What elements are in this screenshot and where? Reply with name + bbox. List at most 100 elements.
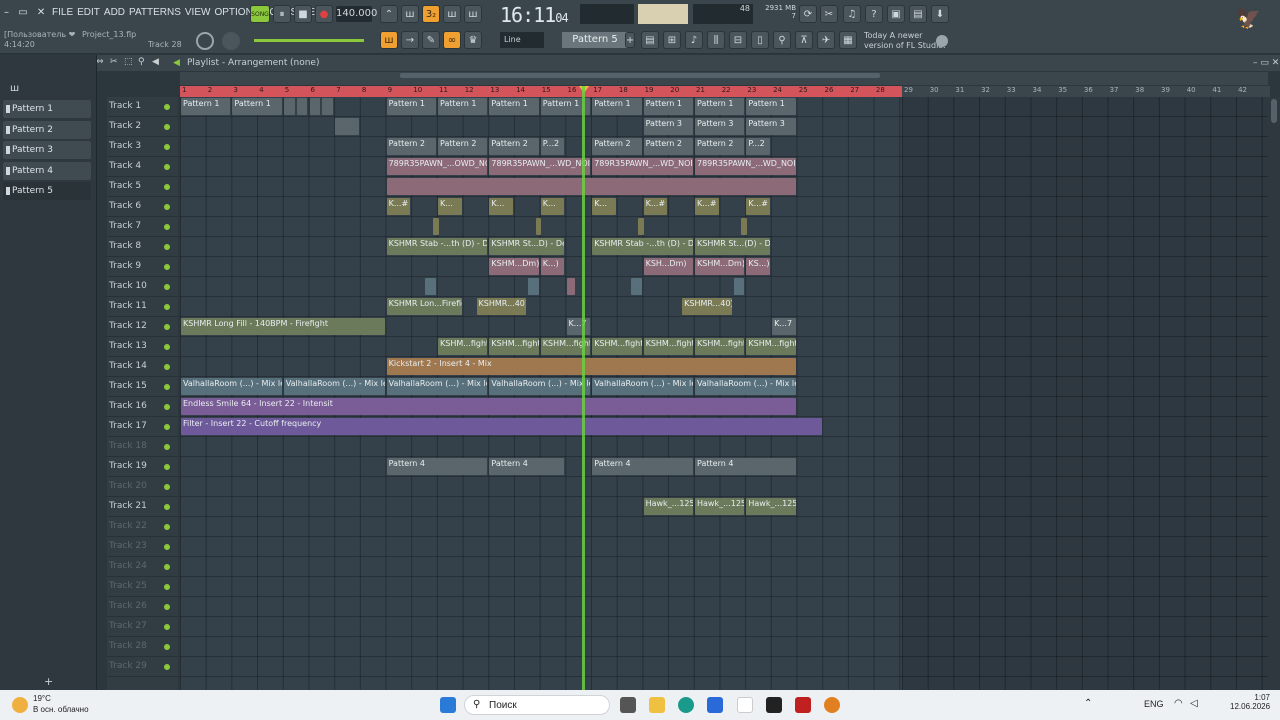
track-header[interactable]: Track 10 bbox=[107, 277, 178, 297]
track-header[interactable]: Track 28 bbox=[107, 637, 178, 657]
tempo-icon[interactable]: ⊼ bbox=[795, 31, 813, 49]
playlist-clip[interactable]: KSHM...fight bbox=[438, 338, 488, 355]
playlist-clip[interactable] bbox=[638, 218, 645, 235]
song-mode-toggle[interactable]: SONG bbox=[250, 5, 270, 23]
playlist-clip[interactable]: K...7 bbox=[566, 318, 591, 335]
playlist-clip[interactable]: Pattern 1 bbox=[489, 98, 539, 115]
playlist-clip[interactable]: Pattern 3 bbox=[695, 118, 745, 135]
menu-item[interactable]: ADD bbox=[102, 7, 127, 18]
playlist-clip[interactable]: Pattern 2 bbox=[592, 138, 642, 155]
channel-rack-icon[interactable]: ⊞ bbox=[663, 31, 681, 49]
snap-select[interactable]: Line bbox=[500, 32, 544, 48]
playlist-clip[interactable]: Hawk_...125 bbox=[695, 498, 745, 515]
playlist-clip[interactable]: K... bbox=[592, 198, 616, 215]
weather-icon[interactable] bbox=[12, 697, 28, 713]
track-header[interactable]: Track 6 bbox=[107, 197, 178, 217]
master-volume-knob[interactable] bbox=[222, 32, 240, 50]
track-header[interactable]: Track 19 bbox=[107, 457, 178, 477]
close-icon[interactable]: ✕ bbox=[37, 7, 45, 18]
playlist-clip[interactable] bbox=[733, 278, 745, 295]
playlist-clip[interactable]: KSHM...Dm) bbox=[489, 258, 539, 275]
track-mute-icon[interactable] bbox=[164, 224, 170, 230]
playback-tool-icon[interactable]: ◀ bbox=[152, 57, 159, 67]
project-icon[interactable]: ▯ bbox=[751, 31, 769, 49]
news-icon[interactable]: ▦ bbox=[839, 31, 857, 49]
language-indicator[interactable]: ENG bbox=[1144, 699, 1164, 709]
playlist-clip[interactable]: KS...) bbox=[746, 258, 771, 275]
playlist-clip[interactable]: 789R35PAWN_...OWD_NOISE_2 bbox=[386, 158, 488, 175]
playlist-clip[interactable] bbox=[432, 218, 439, 235]
pattern-item[interactable]: Pattern 1 bbox=[3, 100, 91, 118]
playlist-clip[interactable] bbox=[535, 218, 542, 235]
playlist-clip[interactable]: KSH...Dm) bbox=[643, 258, 693, 275]
volume-icon[interactable]: ◁ bbox=[1190, 698, 1198, 709]
track-mute-icon[interactable] bbox=[164, 644, 170, 650]
playlist-clip[interactable]: K...# bbox=[746, 198, 771, 215]
playlist-clip[interactable]: Pattern 3 bbox=[643, 118, 693, 135]
track-mute-icon[interactable] bbox=[164, 324, 170, 330]
track-mute-icon[interactable] bbox=[164, 244, 170, 250]
track-header[interactable]: Track 13 bbox=[107, 337, 178, 357]
piano-roll-icon[interactable]: ♪ bbox=[685, 31, 703, 49]
track-mute-icon[interactable] bbox=[164, 664, 170, 670]
menu-item[interactable]: VIEW bbox=[183, 7, 213, 18]
track-mute-icon[interactable] bbox=[164, 584, 170, 590]
taskbar-search[interactable]: ⚲ Поиск bbox=[464, 695, 610, 715]
track-header[interactable]: Track 5 bbox=[107, 177, 178, 197]
playlist-clip[interactable]: Pattern 1 bbox=[592, 98, 642, 115]
playlist-clip[interactable] bbox=[527, 278, 539, 295]
playlist-clip[interactable]: 789R35PAWN_...WD_NOISE_2 bbox=[592, 158, 693, 175]
playlist-clip[interactable]: KSHMR...40) bbox=[476, 298, 526, 315]
download-icon[interactable]: ⬇ bbox=[931, 5, 949, 23]
track-header[interactable]: Track 1 bbox=[107, 97, 178, 117]
playlist-clip[interactable] bbox=[283, 98, 295, 115]
playlist-clip[interactable]: Pattern 1 bbox=[386, 98, 436, 115]
tempo-display[interactable]: 140.000 bbox=[336, 6, 377, 22]
export-icon[interactable]: ▤ bbox=[909, 5, 927, 23]
track-mute-icon[interactable] bbox=[164, 404, 170, 410]
playlist-clip[interactable] bbox=[386, 178, 796, 195]
playlist-clip[interactable]: Endless Smile 64 - Insert 22 - Intensit bbox=[181, 398, 796, 415]
pattern-item[interactable]: Pattern 2 bbox=[3, 120, 91, 139]
playlist-clip[interactable]: P...2 bbox=[540, 138, 565, 155]
link-tool-icon[interactable]: ∞ bbox=[443, 31, 461, 49]
playlist-clip[interactable]: Pattern 1 bbox=[232, 98, 282, 115]
track-mute-icon[interactable] bbox=[164, 544, 170, 550]
playlist-clip[interactable]: Pattern 1 bbox=[181, 98, 231, 115]
track-header[interactable]: Track 2 bbox=[107, 117, 178, 137]
menu-item[interactable]: PATTERNS bbox=[127, 7, 183, 18]
playlist-clip[interactable]: K...# bbox=[643, 198, 668, 215]
playlist-clip[interactable]: K... bbox=[489, 198, 514, 215]
hotkeys-app-icon[interactable] bbox=[766, 697, 782, 713]
playlist-clip[interactable]: Pattern 3 bbox=[746, 118, 796, 135]
playlist-clip[interactable]: K...7 bbox=[772, 318, 796, 335]
playlist-clip[interactable]: Pattern 1 bbox=[695, 98, 745, 115]
playlist-clip[interactable]: ValhallaRoom (...) - Mix level bbox=[283, 378, 385, 395]
playlist-clip[interactable]: K... bbox=[540, 198, 565, 215]
playlist-clip[interactable] bbox=[322, 98, 334, 115]
playlist-clip[interactable]: KSHMR Stab -...th (D) - Deep bbox=[386, 238, 488, 255]
playlist-clip[interactable] bbox=[741, 218, 747, 235]
mixer-icon[interactable]: ✂ bbox=[820, 5, 838, 23]
wifi-icon[interactable]: ◠ bbox=[1174, 698, 1183, 709]
playlist-clip[interactable]: KSHM...fight bbox=[489, 338, 539, 355]
yandex-browser-icon[interactable] bbox=[737, 697, 753, 713]
playlist-clip[interactable]: Pattern 2 bbox=[643, 138, 693, 155]
playlist-clip[interactable]: Pattern 1 bbox=[746, 98, 796, 115]
edge-icon[interactable] bbox=[678, 697, 694, 713]
track-header[interactable]: Track 24 bbox=[107, 557, 178, 577]
channel-rack-button[interactable]: → bbox=[401, 31, 419, 49]
playlist-clip[interactable] bbox=[566, 278, 575, 295]
playlist-clip[interactable]: ValhallaRoom (...) - Mix level bbox=[181, 378, 282, 395]
playlist-clip[interactable]: K... bbox=[438, 198, 462, 215]
track-header[interactable]: Track 14 bbox=[107, 357, 178, 377]
track-mute-icon[interactable] bbox=[164, 264, 170, 270]
video-app-icon[interactable] bbox=[795, 697, 811, 713]
menu-item[interactable]: FILE bbox=[50, 7, 75, 18]
step-button[interactable]: ш bbox=[443, 5, 461, 23]
file-explorer-icon[interactable] bbox=[649, 697, 665, 713]
playlist-clip[interactable]: KSHM...fight bbox=[643, 338, 693, 355]
playlist-clip[interactable]: ValhallaRoom (...) - Mix level bbox=[695, 378, 796, 395]
metronome-button[interactable]: ⌃ bbox=[380, 5, 398, 23]
help-icon[interactable]: ? bbox=[865, 5, 883, 23]
